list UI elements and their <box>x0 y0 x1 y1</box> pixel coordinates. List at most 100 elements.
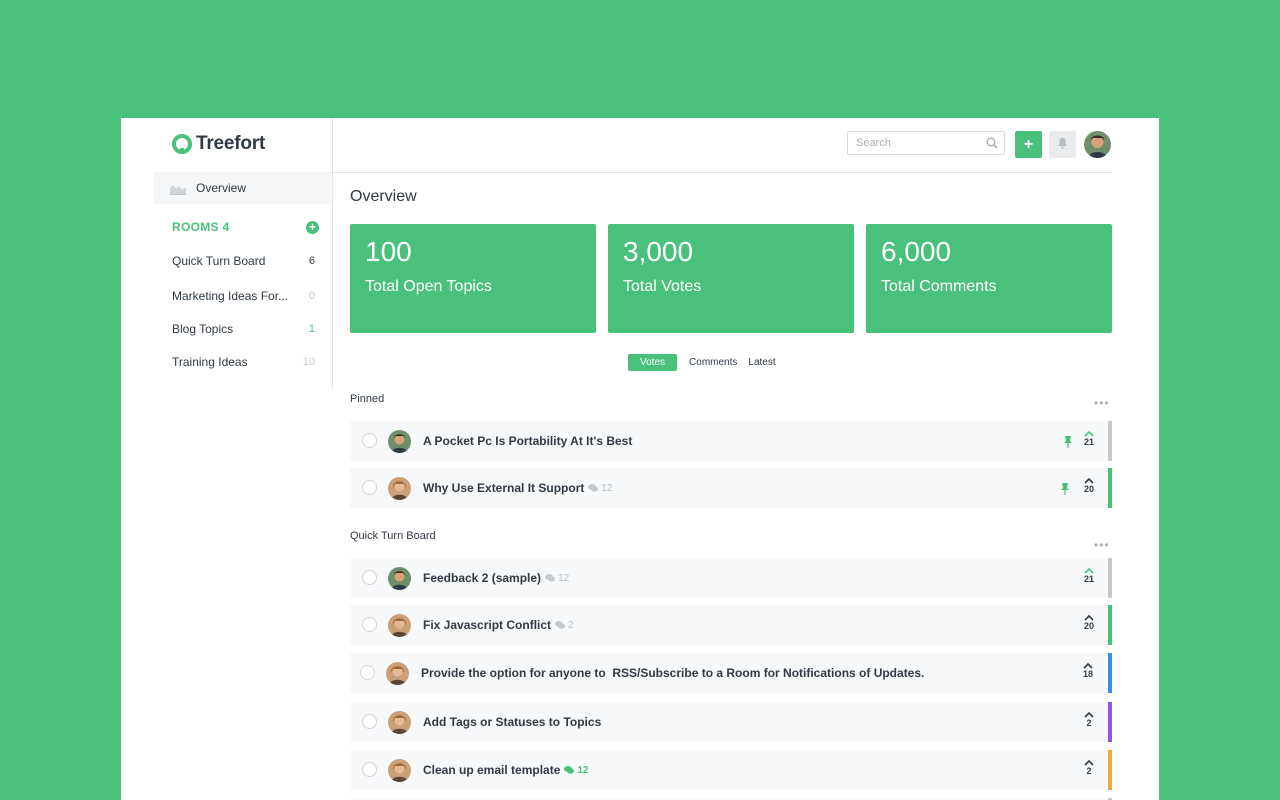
vote-count: 18 <box>1082 669 1093 679</box>
vote-count: 20 <box>1083 484 1094 494</box>
section-more-icon[interactable]: ••• <box>1094 539 1110 551</box>
section-more-icon[interactable]: ••• <box>1094 397 1110 409</box>
topic-row[interactable]: A Pocket Pc Is Portability At It's Best … <box>350 421 1112 461</box>
sidebar-room-item[interactable]: Marketing Ideas For... 0 <box>172 288 315 304</box>
stat-card-votes: 3,000 Total Votes <box>608 224 854 333</box>
page-title: Overview <box>350 188 417 205</box>
stat-value: 100 <box>365 236 412 267</box>
room-count: 0 <box>308 290 315 302</box>
complete-checkbox[interactable] <box>362 762 377 777</box>
comment-count: 12 <box>545 573 569 584</box>
topic-title[interactable]: Add Tags or Statuses to Topics <box>423 715 601 729</box>
room-name: Blog Topics <box>172 322 234 336</box>
rooms-header: ROOMS 4 + <box>172 219 319 235</box>
comment-count-value: 2 <box>568 619 574 631</box>
stat-label: Total Comments <box>881 278 997 295</box>
topic-row[interactable]: Clean up email template 12 2 <box>350 750 1112 790</box>
search-input[interactable] <box>847 131 1005 155</box>
vote-control[interactable]: 18 <box>1080 661 1096 679</box>
comment-count-value: 12 <box>577 764 589 776</box>
author-avatar <box>388 567 411 590</box>
complete-checkbox[interactable] <box>362 617 377 632</box>
bell-icon <box>1057 136 1068 154</box>
user-avatar[interactable] <box>1084 131 1111 158</box>
vote-count: 2 <box>1086 766 1092 776</box>
comment-count: 12 <box>588 483 612 494</box>
upvote-icon[interactable] <box>1081 710 1097 718</box>
status-color-bar <box>1108 558 1112 598</box>
section-title-pinned: Pinned <box>350 393 385 405</box>
comment-count-value: 12 <box>558 572 570 584</box>
comment-count: 12 <box>564 764 589 776</box>
status-color-bar <box>1108 653 1112 693</box>
logo[interactable]: Treefort <box>172 133 265 155</box>
topic-row[interactable]: Provide the option for anyone to RSS/Sub… <box>350 653 1112 693</box>
notifications-button[interactable] <box>1049 131 1076 158</box>
vote-control[interactable]: 21 <box>1081 429 1097 447</box>
author-avatar <box>388 759 411 782</box>
stat-card-comments: 6,000 Total Comments <box>866 224 1112 333</box>
sidebar-room-item[interactable]: Quick Turn Board 6 <box>172 253 315 269</box>
topic-title[interactable]: Clean up email template 12 <box>423 763 589 777</box>
upvote-icon[interactable] <box>1080 661 1096 669</box>
room-name: Quick Turn Board <box>172 254 266 268</box>
author-avatar <box>386 662 409 685</box>
sidebar-room-item[interactable]: Training Ideas 10 <box>172 354 315 370</box>
room-count: 10 <box>302 356 315 368</box>
topic-title[interactable]: Why Use External It Support 12 <box>423 481 612 495</box>
topic-title[interactable]: Provide the option for anyone to RSS/Sub… <box>421 666 924 680</box>
comment-count: 2 <box>555 620 574 631</box>
stat-value: 6,000 <box>881 236 952 267</box>
sidebar-item-overview[interactable]: Overview <box>154 172 332 204</box>
sidebar-item-label: Overview <box>196 181 247 195</box>
tab-votes[interactable]: Votes <box>628 354 678 371</box>
add-room-button[interactable]: + <box>306 220 319 234</box>
tab-comments[interactable]: Comments <box>689 357 737 368</box>
complete-checkbox[interactable] <box>360 665 375 680</box>
room-name: Training Ideas <box>172 355 248 369</box>
vote-control[interactable]: 20 <box>1081 476 1097 494</box>
author-avatar <box>388 477 411 500</box>
topic-title[interactable]: Fix Javascript Conflict 2 <box>423 618 574 632</box>
status-color-bar <box>1108 702 1112 742</box>
complete-checkbox[interactable] <box>362 480 377 495</box>
author-avatar <box>388 711 411 734</box>
upvote-icon[interactable] <box>1081 566 1097 574</box>
upvote-icon[interactable] <box>1081 429 1097 437</box>
vote-count: 21 <box>1083 437 1094 447</box>
app-name: Treefort <box>196 133 266 154</box>
vote-control[interactable]: 2 <box>1081 758 1097 776</box>
vote-count: 20 <box>1083 621 1094 631</box>
topic-row[interactable]: Feedback 2 (sample) 12 21 <box>350 558 1112 598</box>
vote-control[interactable]: 2 <box>1081 710 1097 728</box>
topic-title[interactable]: A Pocket Pc Is Portability At It's Best <box>423 434 632 448</box>
complete-checkbox[interactable] <box>362 714 377 729</box>
topic-title-text: Fix Javascript Conflict <box>423 618 552 632</box>
upvote-icon[interactable] <box>1081 758 1097 766</box>
upvote-icon[interactable] <box>1081 476 1097 484</box>
topic-title-text: Add Tags or Statuses to Topics <box>423 715 602 729</box>
vote-control[interactable]: 21 <box>1081 566 1097 584</box>
topic-row[interactable]: Fix Javascript Conflict 2 20 <box>350 605 1112 645</box>
stat-label: Total Votes <box>623 278 702 295</box>
search-icon[interactable] <box>986 136 998 149</box>
room-count: 6 <box>308 255 315 267</box>
pin-icon[interactable] <box>1063 435 1073 448</box>
treefort-logo-icon <box>172 134 192 154</box>
tab-latest[interactable]: Latest <box>748 357 775 368</box>
upvote-icon[interactable] <box>1081 613 1097 621</box>
room-count: 1 <box>308 323 315 335</box>
status-color-bar <box>1108 421 1112 461</box>
topic-title[interactable]: Feedback 2 (sample) 12 <box>423 571 569 585</box>
sidebar-room-item[interactable]: Blog Topics 1 <box>172 321 315 337</box>
complete-checkbox[interactable] <box>362 433 377 448</box>
vote-control[interactable]: 20 <box>1081 613 1097 631</box>
complete-checkbox[interactable] <box>362 570 377 585</box>
topic-row[interactable]: Why Use External It Support 12 20 <box>350 468 1112 508</box>
topic-row[interactable]: Add Tags or Statuses to Topics 2 <box>350 702 1112 742</box>
topic-title-text: Why Use External It Support <box>423 481 585 495</box>
add-topic-button[interactable]: + <box>1015 131 1042 158</box>
pin-icon[interactable] <box>1060 482 1070 495</box>
author-avatar <box>388 614 411 637</box>
topic-title-text: Feedback 2 (sample) <box>423 571 542 585</box>
